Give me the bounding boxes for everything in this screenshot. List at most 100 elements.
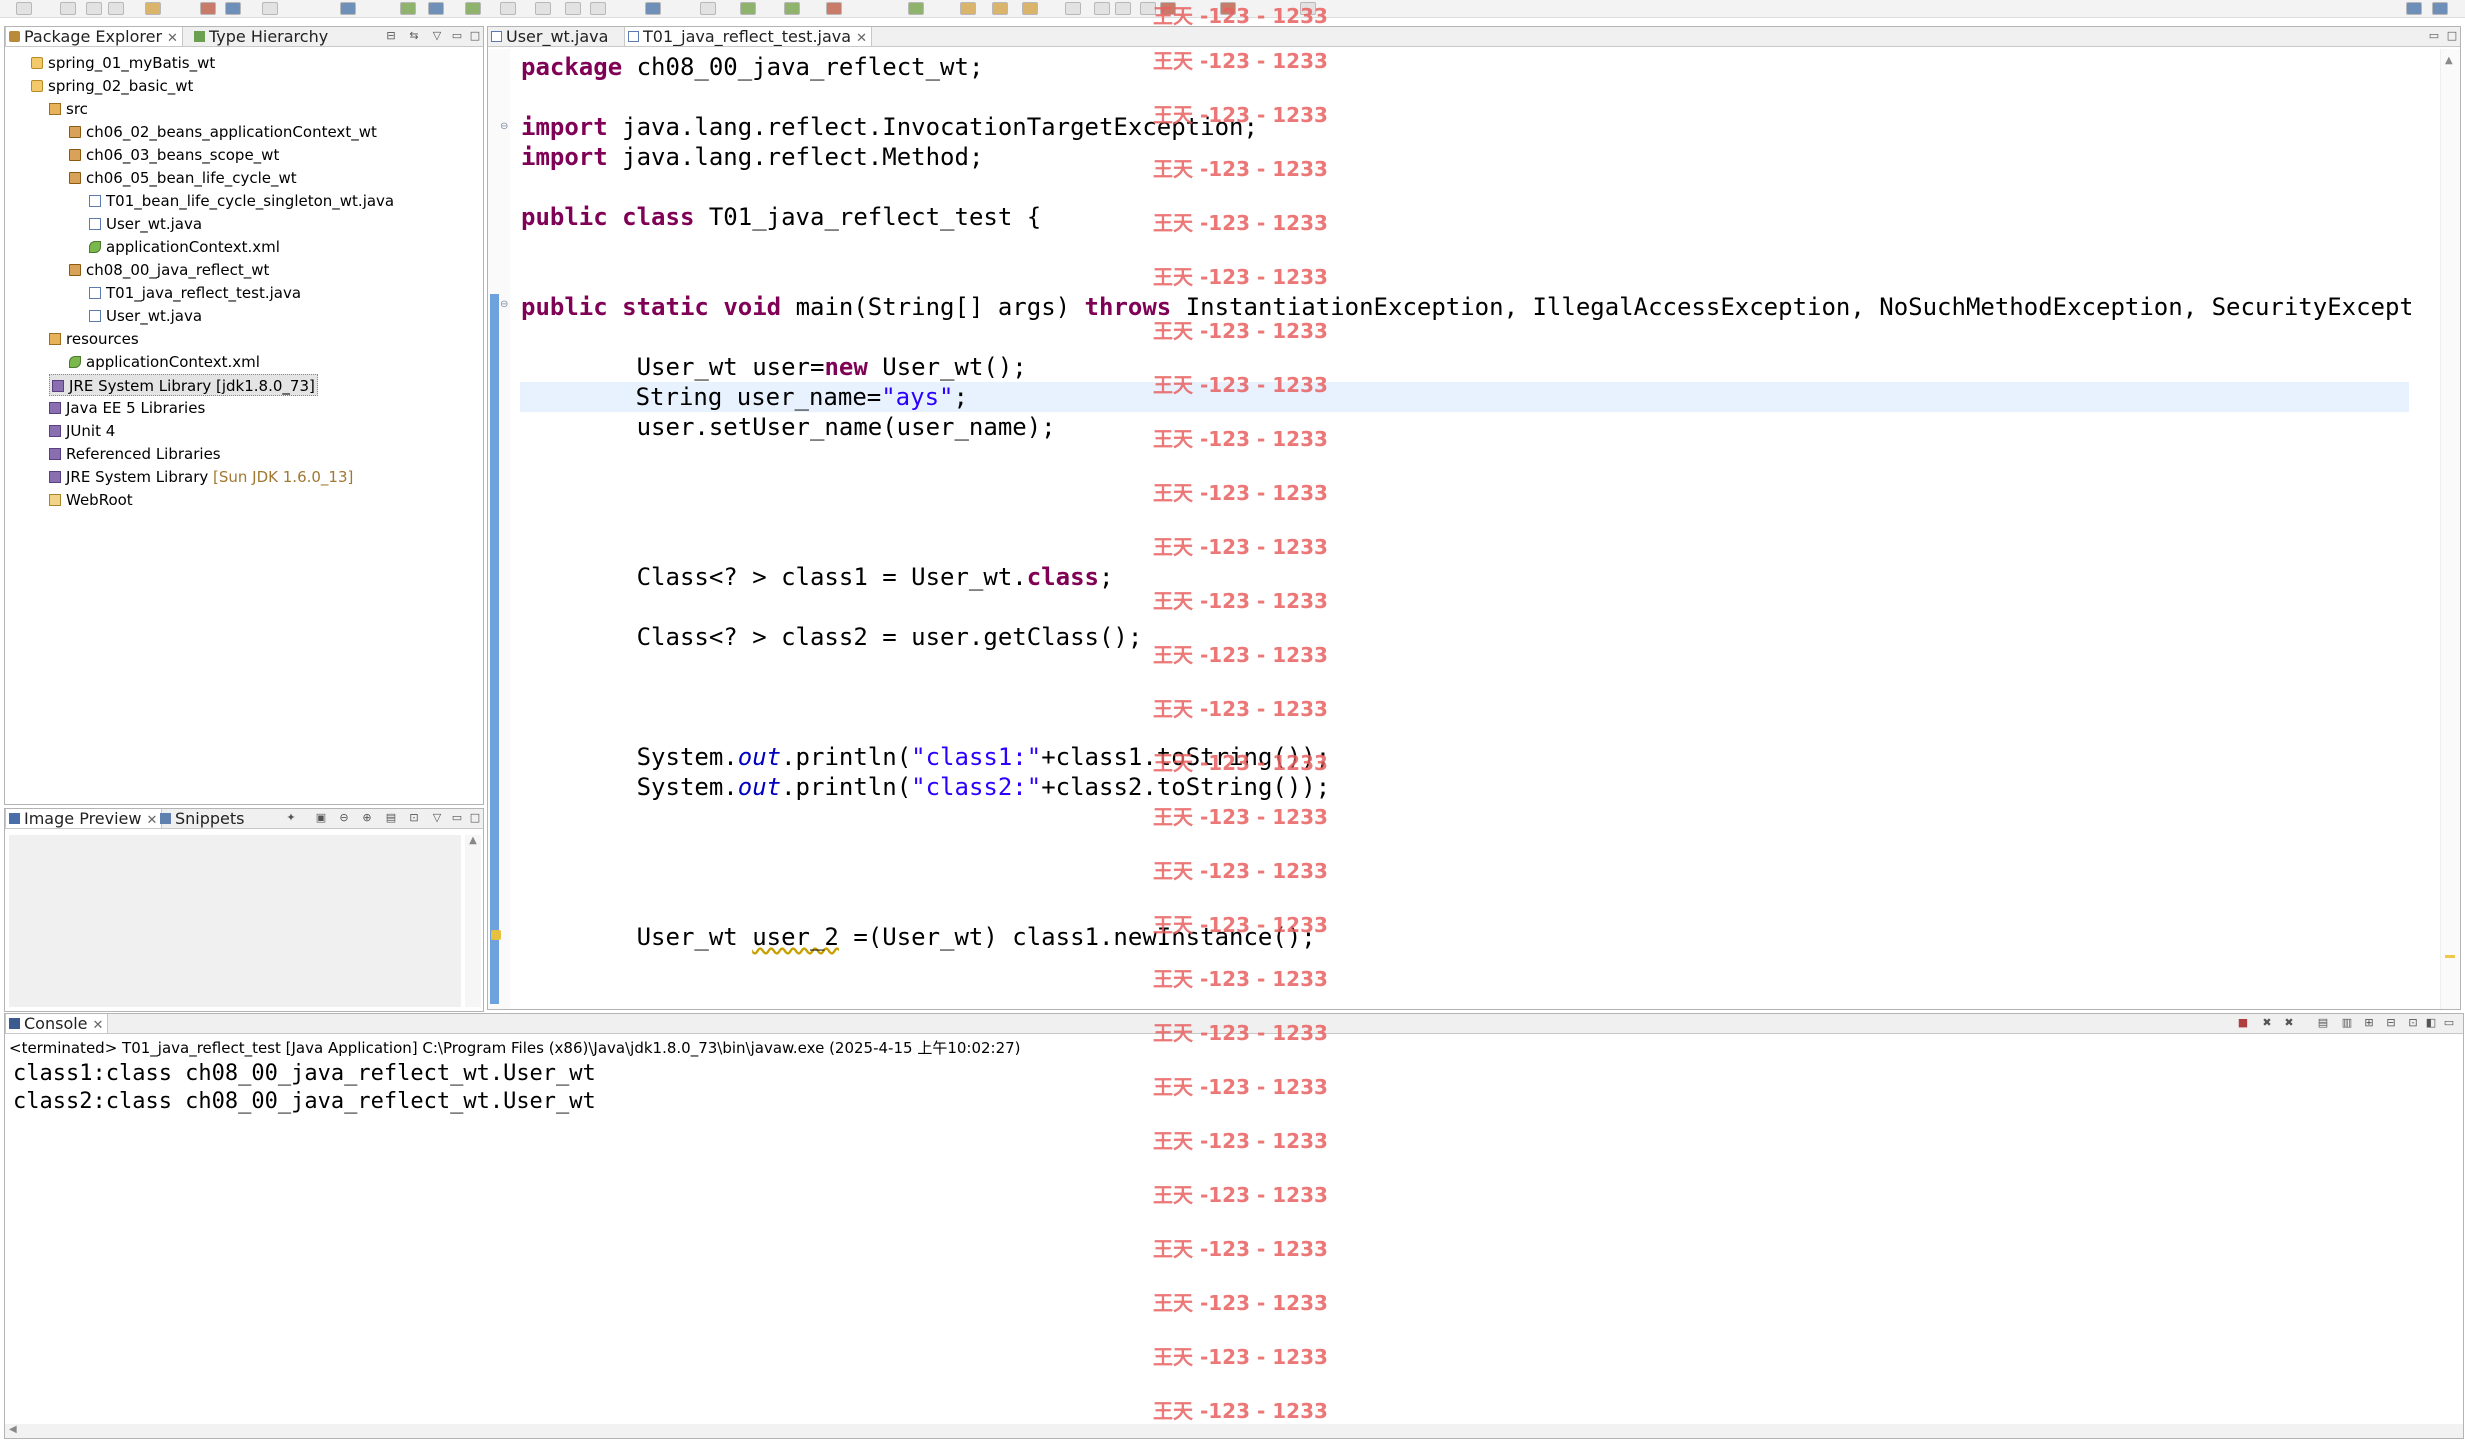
coverage-icon[interactable]: [784, 2, 800, 15]
overview-up-icon[interactable]: ▲: [2445, 55, 2453, 66]
minimize-icon[interactable]: ▭: [2443, 1017, 2455, 1029]
run-icon[interactable]: [740, 2, 756, 15]
minimize-icon[interactable]: ▭: [451, 812, 463, 824]
link-with-editor-icon[interactable]: ⇆: [408, 30, 420, 42]
debug-icon[interactable]: [700, 2, 716, 15]
warning-marker-icon[interactable]: [491, 930, 501, 940]
deploy-icon[interactable]: [400, 2, 416, 15]
open-type-icon[interactable]: [145, 2, 161, 15]
fold-icon[interactable]: ⊖: [500, 121, 508, 132]
tab-snippets[interactable]: Snippets: [157, 809, 249, 828]
tree-item[interactable]: T01_bean_life_cycle_singleton_wt.java: [89, 190, 394, 212]
new-java-project-icon[interactable]: [908, 2, 924, 15]
fit-icon[interactable]: ▣: [315, 812, 327, 824]
zoom-out-icon[interactable]: ⊖: [338, 812, 350, 824]
new-icon[interactable]: [16, 2, 32, 15]
save-all-icon[interactable]: [86, 2, 102, 15]
save-icon[interactable]: [60, 2, 76, 15]
refresh-icon[interactable]: [535, 2, 551, 15]
word-wrap-icon[interactable]: ⊞: [2363, 1017, 2375, 1029]
display-console-icon[interactable]: ⊡: [2407, 1017, 2419, 1029]
minimize-icon[interactable]: ▭: [451, 30, 463, 42]
tree-item[interactable]: spring_01_myBatis_wt: [31, 52, 215, 74]
tree-item[interactable]: User_wt.java: [89, 213, 202, 235]
remove-launch-icon[interactable]: ✖: [2261, 1017, 2273, 1029]
find-icon[interactable]: [565, 2, 581, 15]
terminate-icon[interactable]: ■: [2237, 1017, 2249, 1029]
overview-ruler[interactable]: ▲: [2440, 49, 2460, 1009]
tree-item[interactable]: JRE System Library [jdk1.8.0_73]: [49, 374, 318, 396]
annotation-icon[interactable]: [1022, 2, 1038, 15]
back-icon[interactable]: [1140, 2, 1156, 15]
tab-type-hierarchy[interactable]: Type Hierarchy: [191, 27, 332, 46]
tree-item[interactable]: ch08_00_java_reflect_wt: [69, 259, 269, 281]
tree-item[interactable]: resources: [49, 328, 139, 350]
nav-forward-icon[interactable]: [1300, 2, 1316, 15]
forward-icon[interactable]: [1160, 2, 1176, 15]
overview-warning-mark[interactable]: [2445, 955, 2455, 958]
tree-item[interactable]: Java EE 5 Libraries: [49, 397, 205, 419]
build-icon[interactable]: [200, 2, 216, 15]
actual-size-icon[interactable]: ▤: [385, 812, 397, 824]
open-console-icon[interactable]: ◧: [2425, 1017, 2437, 1029]
prev-annotation-icon[interactable]: [1094, 2, 1110, 15]
scroll-lock-icon[interactable]: ▥: [2341, 1017, 2353, 1029]
last-edit-icon[interactable]: [1115, 2, 1131, 15]
tree-item[interactable]: Referenced Libraries: [49, 443, 221, 465]
vertical-scrollbar[interactable]: ▲: [465, 835, 481, 1007]
web-icon[interactable]: [428, 2, 444, 15]
zoom-fit-icon[interactable]: ⊡: [408, 812, 420, 824]
maximize-icon[interactable]: □: [469, 812, 481, 824]
external-tools-icon[interactable]: [826, 2, 842, 15]
tree-item[interactable]: applicationContext.xml: [69, 351, 260, 373]
tree-item[interactable]: ch06_02_beans_applicationContext_wt: [69, 121, 377, 143]
horizontal-scrollbar[interactable]: ◀: [5, 1424, 2463, 1438]
server-icon[interactable]: [262, 2, 278, 15]
tree-item[interactable]: User_wt.java: [89, 305, 202, 327]
clear-console-icon[interactable]: ▤: [2317, 1017, 2329, 1029]
close-icon[interactable]: ✕: [93, 1018, 104, 1033]
tree-item[interactable]: spring_02_basic_wt: [31, 75, 193, 97]
bookmark-icon[interactable]: [992, 2, 1008, 15]
view-menu-icon[interactable]: ▽: [431, 30, 443, 42]
pin-icon[interactable]: [1220, 2, 1236, 15]
tab-user-wt-java[interactable]: User_wt.java: [488, 27, 626, 46]
tab-package-explorer[interactable]: Package Explorer ✕: [5, 27, 183, 46]
new-class-icon[interactable]: [340, 2, 356, 15]
fold-icon[interactable]: ⊖: [500, 299, 508, 310]
open-task-icon[interactable]: [960, 2, 976, 15]
close-icon[interactable]: ✕: [167, 31, 178, 46]
tree-item[interactable]: src: [49, 98, 88, 120]
tree-item[interactable]: applicationContext.xml: [89, 236, 280, 258]
terminal-icon[interactable]: [645, 2, 661, 15]
tree-item[interactable]: T01_java_reflect_test.java: [89, 282, 301, 304]
package-icon-tb[interactable]: [225, 2, 241, 15]
globe-icon[interactable]: [465, 2, 481, 15]
tab-console[interactable]: Console ✕: [5, 1014, 109, 1033]
zoom-in-icon[interactable]: ⊕: [361, 812, 373, 824]
maximize-icon[interactable]: □: [2446, 30, 2458, 42]
print-icon[interactable]: [108, 2, 124, 15]
tree-item[interactable]: ch06_03_beans_scope_wt: [69, 144, 279, 166]
search-icon[interactable]: [500, 2, 516, 15]
perspective-icon[interactable]: [2406, 2, 2422, 15]
tree-item[interactable]: JUnit 4: [49, 420, 115, 442]
minimize-icon[interactable]: ▭: [2428, 30, 2440, 42]
tab-image-preview[interactable]: Image Preview ✕: [5, 809, 163, 828]
view-menu-icon[interactable]: ▽: [431, 812, 443, 824]
tab-t01-java-reflect-test[interactable]: T01_java_reflect_test.java ✕: [624, 27, 872, 46]
collapse-all-icon[interactable]: ⊟: [385, 30, 397, 42]
remove-all-icon[interactable]: ✖: [2283, 1017, 2295, 1029]
tree-item[interactable]: ch06_05_bean_life_cycle_wt: [69, 167, 297, 189]
pin-view-icon[interactable]: ✦: [285, 812, 297, 824]
next-annotation-icon[interactable]: [1065, 2, 1081, 15]
code-editor[interactable]: package ch08_00_java_reflect_wt; import …: [509, 52, 2411, 1007]
maximize-icon[interactable]: □: [469, 30, 481, 42]
close-icon[interactable]: ✕: [146, 813, 157, 828]
tree-item[interactable]: WebRoot: [49, 489, 133, 511]
tree-item[interactable]: JRE System Library [Sun JDK 1.6.0_13]: [49, 466, 353, 488]
search-dropdown-icon[interactable]: [590, 2, 606, 15]
close-icon[interactable]: ✕: [856, 31, 867, 46]
perspective-java-icon[interactable]: [2432, 2, 2448, 15]
pin-console-icon[interactable]: ⊟: [2385, 1017, 2397, 1029]
